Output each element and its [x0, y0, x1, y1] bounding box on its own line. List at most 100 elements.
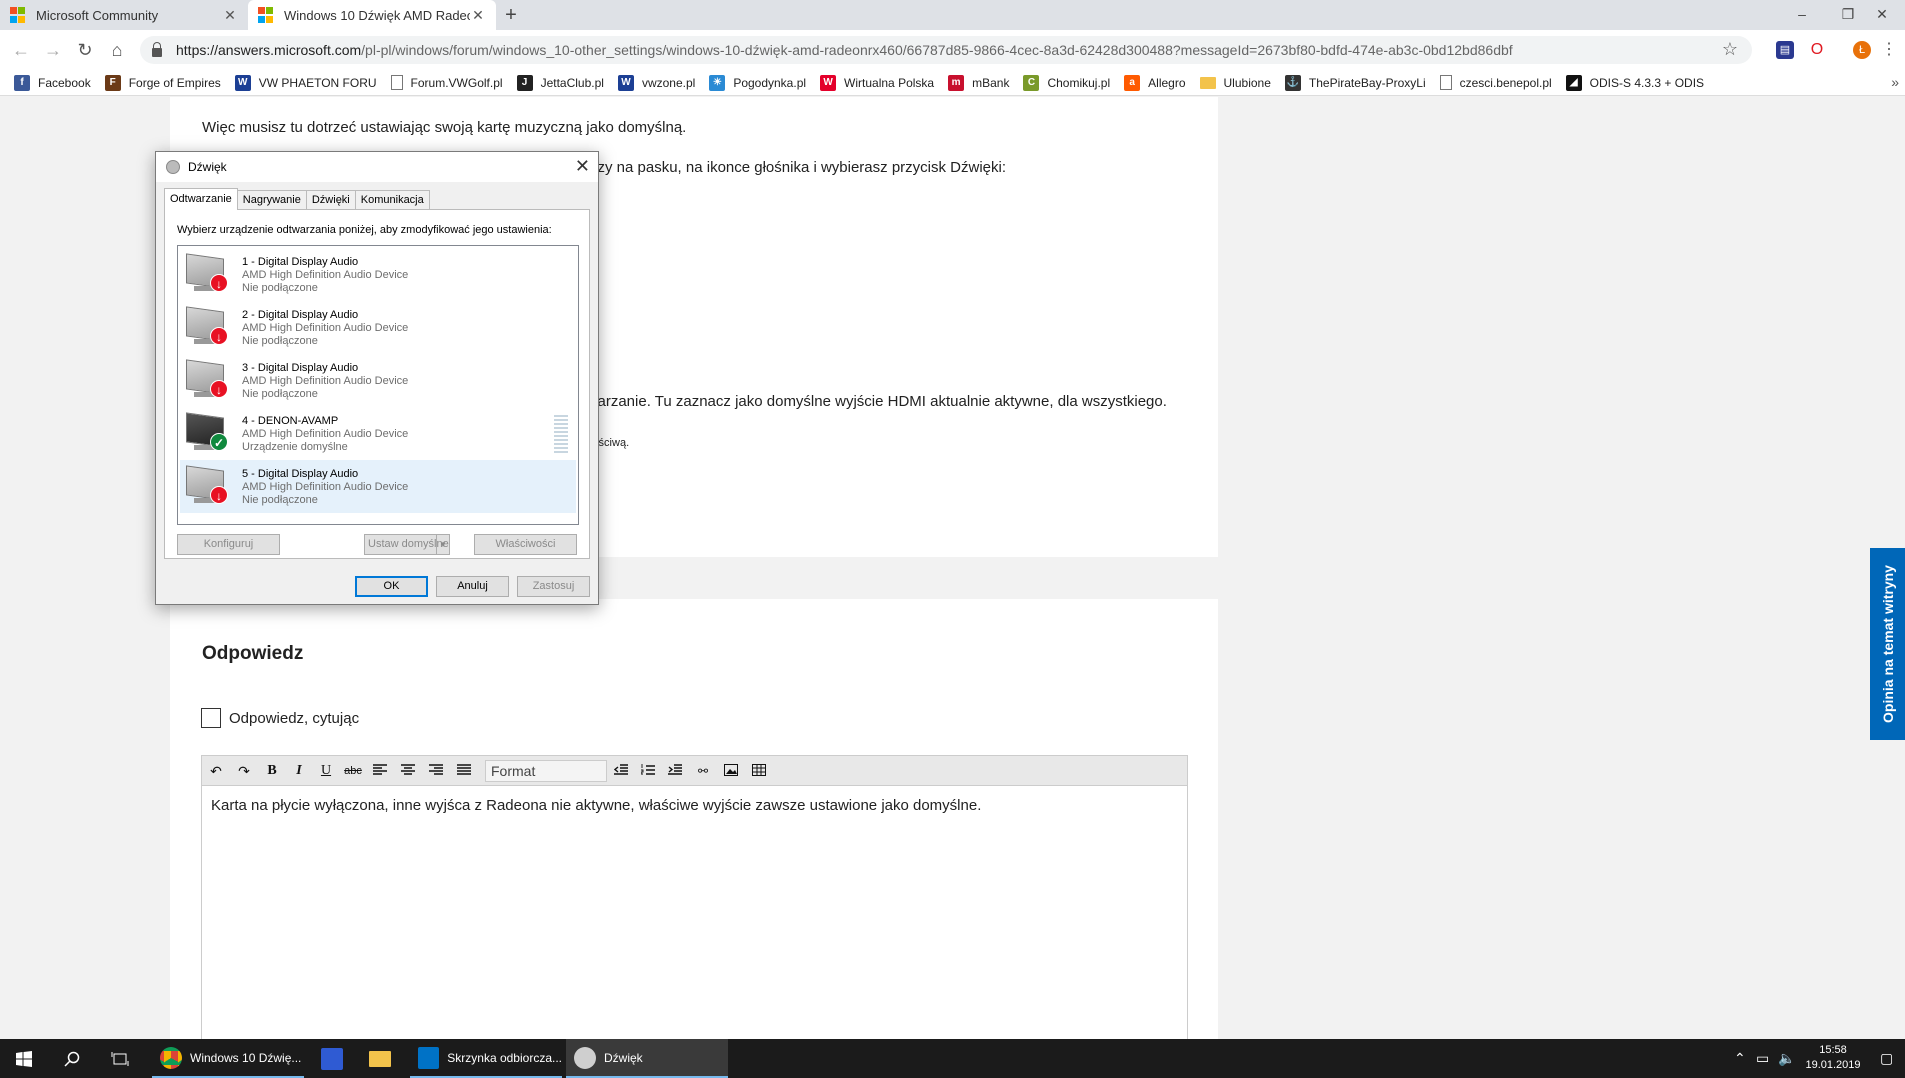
outdent-button[interactable]	[609, 760, 633, 782]
bookmark-item[interactable]: F Forge of Empires	[104, 74, 221, 91]
editor-content[interactable]: Karta na płycie wyłączona, inne wyjśca z…	[211, 797, 981, 814]
bookmark-star-icon[interactable]: ☆	[1722, 39, 1738, 60]
align-left-button[interactable]	[368, 760, 392, 782]
tab-close-icon[interactable]: ✕	[470, 7, 486, 24]
bookmark-item[interactable]: f Facebook	[14, 74, 91, 91]
align-right-button[interactable]	[424, 760, 448, 782]
bookmark-label: Wirtualna Polska	[844, 75, 935, 90]
reload-button[interactable]: ↻	[72, 38, 98, 62]
clock-time: 15:58	[1819, 1044, 1847, 1056]
taskbar-file-explorer[interactable]	[356, 1039, 404, 1078]
opera-extension-icon[interactable]: O	[1808, 41, 1826, 59]
numbered-list-button[interactable]	[636, 760, 660, 782]
bookmark-item[interactable]: m mBank	[948, 74, 1010, 91]
bookmark-item[interactable]: czesci.benepol.pl	[1439, 75, 1552, 90]
task-view-button[interactable]	[96, 1039, 144, 1078]
strikethrough-button[interactable]: abc	[341, 760, 365, 782]
bookmark-item[interactable]: ⚓ ThePirateBay-ProxyLi	[1284, 74, 1426, 91]
taskbar-app-outlook[interactable]: Skrzynka odbiorcza...	[410, 1039, 562, 1078]
address-bar[interactable]: https://answers.microsoft.com/pl-pl/wind…	[140, 36, 1752, 64]
taskbar-app-chrome[interactable]: Windows 10 Dźwię...	[152, 1039, 304, 1078]
bold-button[interactable]: B	[260, 760, 284, 782]
notifications-icon[interactable]: ▢	[1880, 1039, 1893, 1078]
more-bookmarks-icon[interactable]: »	[1891, 74, 1899, 90]
set-default-button[interactable]: Ustaw domyślne ▼	[364, 534, 450, 555]
tab-communication[interactable]: Komunikacja	[354, 190, 430, 210]
quote-reply-checkbox[interactable]	[201, 708, 221, 728]
format-select[interactable]: Format	[485, 760, 607, 782]
underline-button[interactable]: U	[314, 760, 338, 782]
site-feedback-label: Opinia na temat witryny	[1879, 565, 1896, 723]
link-icon[interactable]: ⚯	[691, 760, 715, 782]
search-button[interactable]	[48, 1039, 96, 1078]
chevron-down-icon[interactable]: ▼	[436, 535, 449, 554]
bookmark-item[interactable]: Wvwzone.pl	[617, 74, 695, 91]
window-close-button[interactable]: ✕	[1859, 0, 1905, 30]
bookmark-item[interactable]: J JettaClub.pl	[516, 74, 604, 91]
justify-button[interactable]	[452, 760, 476, 782]
playback-device-row[interactable]: ↓ 2 - Digital Display Audio AMD High Defin…	[180, 301, 576, 354]
tab-windows-10-sound[interactable]: Windows 10 Dźwięk AMD Radeo ✕	[248, 0, 496, 30]
menu-icon[interactable]: ⋮	[1880, 41, 1898, 59]
tab-sounds[interactable]: Dźwięki	[305, 190, 356, 210]
taskbar-clock[interactable]: 15:58 19.01.2019	[1802, 1043, 1864, 1073]
minimize-button[interactable]: –	[1779, 0, 1825, 30]
bookmark-item[interactable]: C Chomikuj.pl	[1023, 74, 1110, 91]
properties-button[interactable]: Właściwości	[474, 534, 577, 555]
taskbar-save-app[interactable]	[308, 1039, 356, 1078]
bookmark-item[interactable]: Forum.VWGolf.pl	[390, 75, 503, 90]
playback-device-row[interactable]: ↓ 5 - Digital Display Audio AMD High Defin…	[180, 460, 576, 513]
tab-playback[interactable]: Odtwarzanie	[164, 188, 238, 210]
device-driver: AMD High Definition Audio Device	[242, 269, 409, 281]
image-icon[interactable]	[719, 760, 743, 782]
cancel-button[interactable]: Anuluj	[436, 576, 509, 597]
profile-avatar[interactable]: Ł	[1853, 41, 1871, 59]
home-button[interactable]: ⌂	[104, 38, 130, 62]
dialog-close-button[interactable]: ✕	[575, 156, 590, 177]
playback-device-row[interactable]: ✓ 4 - DENON-AVAMP AMD High Definition Audi…	[180, 407, 576, 460]
bookmark-item[interactable]: Ulubione	[1199, 76, 1271, 90]
playback-device-list[interactable]: ↓ 1 - Digital Display Audio AMD High Defin…	[177, 245, 579, 525]
tab-microsoft-community[interactable]: Microsoft Community ✕	[0, 0, 248, 30]
playback-device-row[interactable]: ↓ 1 - Digital Display Audio AMD High Defin…	[180, 248, 576, 301]
reply-editor[interactable]: ↶ ↷ B I U abc Format ⚯ Karta na płycie w…	[201, 755, 1188, 1045]
page-icon	[390, 75, 403, 90]
extension-icon[interactable]: ▤	[1776, 41, 1794, 59]
italic-button[interactable]: I	[287, 760, 311, 782]
dialog-titlebar[interactable]: Dźwięk ✕	[156, 152, 598, 182]
undo-button[interactable]: ↶	[204, 760, 228, 782]
quote-reply-label: Odpowiedz, cytując	[229, 710, 360, 727]
redo-button[interactable]: ↷	[232, 760, 256, 782]
align-center-button[interactable]	[396, 760, 420, 782]
site-feedback-tab[interactable]: Opinia na temat witryny	[1870, 548, 1905, 740]
apply-button[interactable]: Zastosuj	[517, 576, 590, 597]
bookmark-item[interactable]: W Wirtualna Polska	[820, 74, 935, 91]
ok-button[interactable]: OK	[355, 576, 428, 597]
tab-close-icon[interactable]: ✕	[222, 7, 238, 24]
playback-device-row[interactable]: ↓ 3 - Digital Display Audio AMD High Defin…	[180, 354, 576, 407]
playback-instruction: Wybierz urządzenie odtwarzania poniżej, …	[177, 224, 552, 236]
configure-button[interactable]: Konfiguruj	[177, 534, 280, 555]
bookmark-item[interactable]: ☀ Pogodynka.pl	[709, 74, 806, 91]
indent-button[interactable]	[663, 760, 687, 782]
bookmark-item[interactable]: W VW PHAETON FORU	[234, 74, 377, 91]
tab-title: Microsoft Community	[36, 7, 159, 23]
bookmark-item[interactable]: ◢ ODIS-S 4.3.3 + ODIS	[1565, 74, 1705, 91]
speaker-icon	[166, 160, 180, 174]
forward-button[interactable]: →	[40, 38, 66, 62]
device-name: 5 - Digital Display Audio	[242, 468, 359, 480]
bookmark-label: ODIS-S 4.3.3 + ODIS	[1589, 75, 1705, 90]
odis-icon: ◢	[1565, 74, 1582, 91]
volume-icon[interactable]: 🔈	[1778, 1039, 1795, 1078]
new-tab-button[interactable]: +	[500, 4, 522, 26]
taskbar-app-sound[interactable]: Dźwięk	[566, 1039, 728, 1078]
bookmark-label: mBank	[972, 75, 1010, 90]
show-hidden-icons-chevron-icon[interactable]: ⌃	[1734, 1039, 1746, 1078]
bookmark-item[interactable]: a Allegro	[1124, 74, 1186, 91]
device-status: Nie podłączone	[242, 335, 318, 347]
table-icon[interactable]	[747, 760, 771, 782]
back-button[interactable]: ←	[8, 38, 34, 62]
tab-recording[interactable]: Nagrywanie	[236, 190, 307, 210]
start-button[interactable]	[0, 1039, 48, 1078]
network-icon[interactable]: ▭	[1756, 1039, 1769, 1078]
